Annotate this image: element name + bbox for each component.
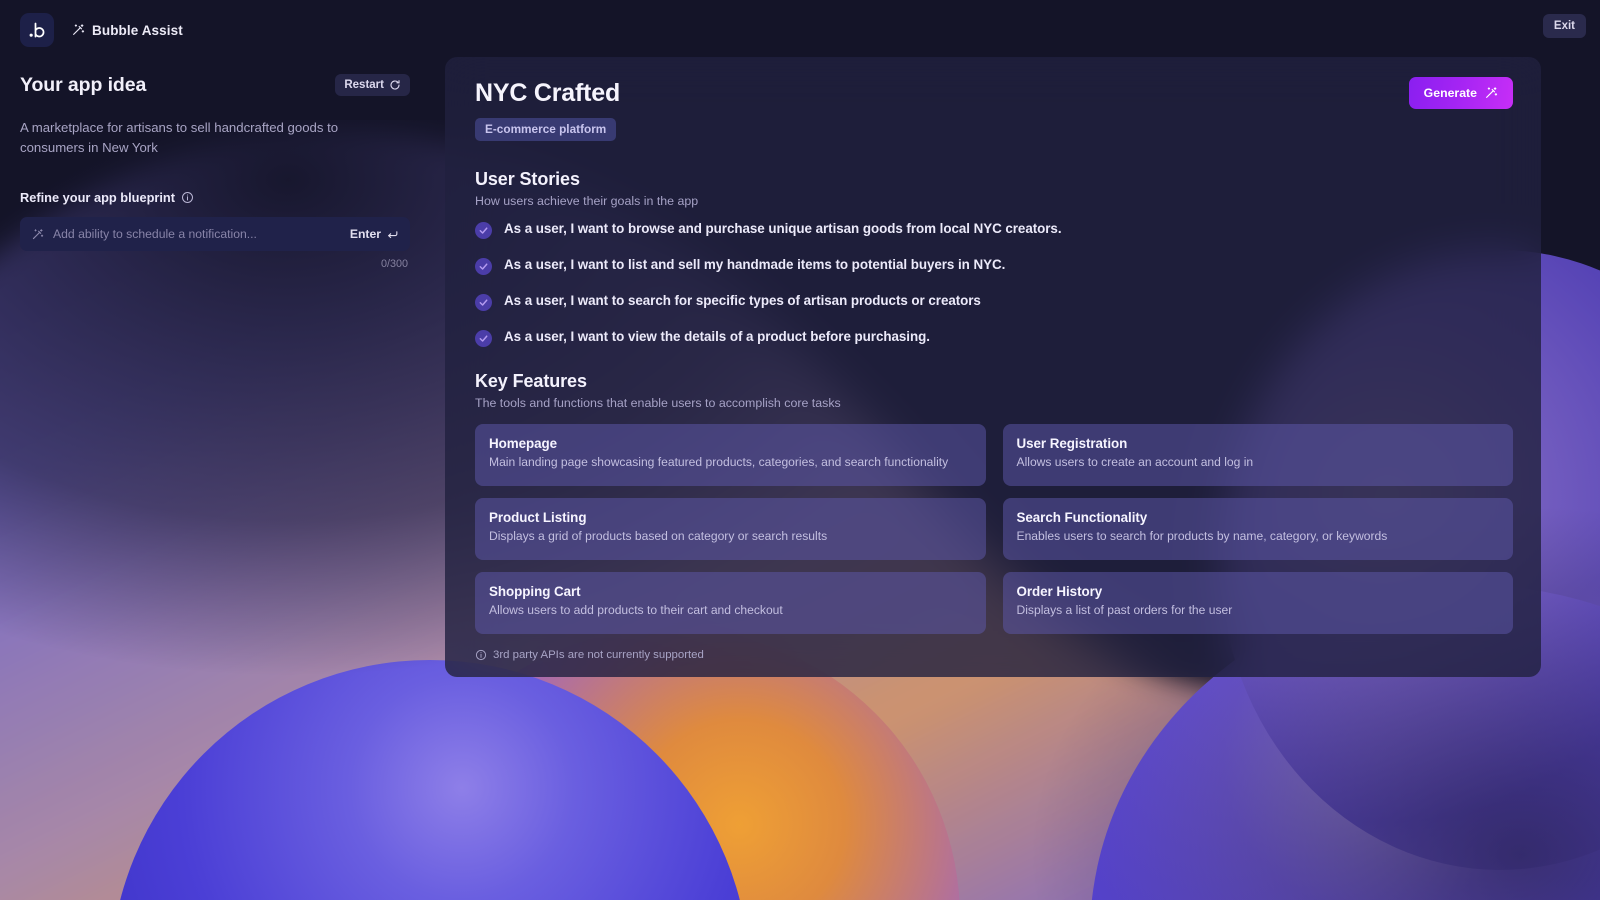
- app-root: Bubble Assist Exit Your app idea Restart…: [0, 0, 1600, 900]
- info-circle-icon: [475, 649, 487, 661]
- app-idea-text: A marketplace for artisans to sell handc…: [20, 120, 339, 156]
- feature-card[interactable]: Product Listing Displays a grid of produc…: [475, 498, 986, 560]
- panel-inner: NYC Crafted E-commerce platform Generate…: [445, 57, 1541, 677]
- sidebar-title: Your app idea: [20, 73, 147, 96]
- user-stories-subtitle: How users achieve their goals in the app: [475, 194, 699, 208]
- wand-sparkle-icon: [31, 228, 44, 241]
- feature-name: Shopping Cart: [489, 584, 581, 599]
- feature-name: Homepage: [489, 436, 558, 451]
- enter-return-icon: [386, 228, 399, 241]
- status-badge: E-commerce platform: [475, 118, 617, 141]
- user-story-item: As a user, I want to search for specific…: [475, 293, 1513, 311]
- generate-label: Generate: [1423, 86, 1477, 100]
- sidebar: Your app idea Restart A marketplace for …: [20, 70, 410, 270]
- user-stories-title: User Stories: [475, 169, 580, 189]
- sidebar-header: Your app idea Restart: [20, 70, 410, 100]
- user-story-text: As a user, I want to list and sell my ha…: [504, 257, 1006, 272]
- check-circle-icon[interactable]: [475, 222, 492, 239]
- page-title: NYC Crafted: [475, 79, 621, 107]
- feature-name: User Registration: [1016, 436, 1128, 451]
- background-blue-blob-left: [110, 660, 750, 900]
- wand-sparkle-icon: [1484, 86, 1498, 100]
- top-bar: Bubble Assist Exit: [0, 0, 1600, 60]
- feature-description: Allows users to create an account and lo…: [1016, 455, 1254, 469]
- panel-note-text: 3rd party APIs are not currently support…: [493, 649, 704, 661]
- refine-input-wrapper[interactable]: Enter: [20, 217, 410, 252]
- feature-card[interactable]: Homepage Main landing page showcasing fea…: [475, 424, 986, 486]
- refine-input[interactable]: [53, 227, 341, 242]
- feature-description: Main landing page showcasing featured pr…: [489, 455, 949, 469]
- feature-name: Search Functionality: [1016, 510, 1148, 525]
- enter-hint[interactable]: Enter: [350, 227, 399, 241]
- bubble-logo[interactable]: [20, 13, 54, 47]
- exit-button[interactable]: Exit: [1542, 14, 1586, 38]
- check-circle-icon[interactable]: [475, 330, 492, 347]
- char-counter: 0/300: [380, 258, 408, 271]
- brand-wrapper: Bubble Assist: [71, 23, 183, 38]
- restart-label: Restart: [344, 79, 384, 91]
- user-stories-list: As a user, I want to browse and purchase…: [475, 221, 1513, 347]
- key-features-title: Key Features: [475, 371, 587, 391]
- enter-label: Enter: [349, 227, 381, 242]
- feature-description: Enables users to search for products by …: [1016, 529, 1388, 543]
- user-story-text: As a user, I want to browse and purchase…: [504, 221, 1062, 236]
- user-story-text: As a user, I want to search for specific…: [504, 293, 981, 308]
- feature-name: Product Listing: [489, 510, 587, 525]
- panel-note: 3rd party APIs are not currently support…: [475, 649, 1513, 661]
- feature-card[interactable]: User Registration Allows users to create …: [1002, 424, 1513, 486]
- check-circle-icon[interactable]: [475, 294, 492, 311]
- user-story-item: As a user, I want to browse and purchase…: [475, 221, 1513, 239]
- feature-description: Displays a grid of products based on cat…: [489, 529, 828, 543]
- user-story-text: As a user, I want to view the details of…: [504, 329, 930, 344]
- blueprint-panel: NYC Crafted E-commerce platform Generate…: [445, 57, 1541, 677]
- feature-card[interactable]: Shopping Cart Allows users to add product…: [475, 572, 986, 634]
- check-circle-icon[interactable]: [475, 258, 492, 275]
- refine-label-row: Refine your app blueprint: [20, 190, 410, 205]
- bubble-b-icon: [29, 22, 45, 38]
- feature-description: Displays a list of past orders for the u…: [1016, 603, 1233, 617]
- user-story-item: As a user, I want to view the details of…: [475, 329, 1513, 347]
- key-features-subtitle: The tools and functions that enable user…: [475, 396, 841, 410]
- refine-label: Refine your app blueprint: [20, 190, 175, 206]
- wand-sparkle-icon: [71, 23, 85, 37]
- feature-description: Allows users to add products to their ca…: [489, 603, 783, 617]
- key-features-section: Key Features The tools and functions tha…: [475, 371, 1513, 634]
- info-circle-icon[interactable]: [181, 191, 194, 204]
- user-stories-section: User Stories How users achieve their goa…: [475, 169, 1513, 347]
- feature-card[interactable]: Order History Displays a list of past ord…: [1002, 572, 1513, 634]
- rotate-ccw-icon: [389, 79, 401, 91]
- brand-title: Bubble Assist: [92, 22, 183, 38]
- user-story-item: As a user, I want to list and sell my ha…: [475, 257, 1513, 275]
- feature-name: Order History: [1016, 584, 1103, 599]
- restart-button[interactable]: Restart: [335, 74, 410, 96]
- generate-button[interactable]: Generate: [1408, 77, 1513, 109]
- key-features-grid: Homepage Main landing page showcasing fea…: [475, 424, 1513, 634]
- feature-card[interactable]: Search Functionality Enables users to sea…: [1002, 498, 1513, 560]
